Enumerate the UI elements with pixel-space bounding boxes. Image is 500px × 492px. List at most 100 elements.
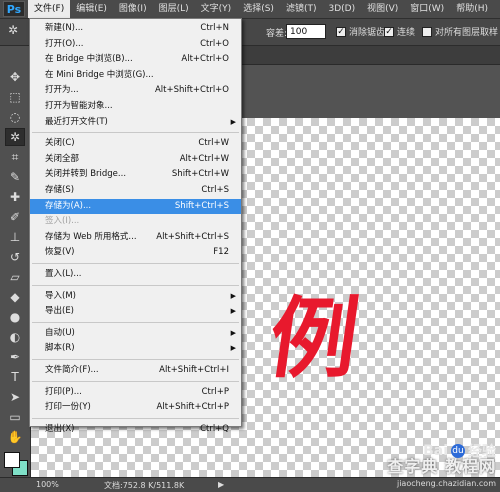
file-menu-item[interactable]: 新建(N)... Ctrl+N xyxy=(30,21,241,36)
file-menu-item-shortcut: Alt+Shift+Ctrl+P xyxy=(156,402,229,413)
menu-separator xyxy=(32,132,239,134)
canvas-red-character: 例 xyxy=(262,287,366,390)
file-menu-item-shortcut: Alt+Shift+Ctrl+S xyxy=(156,231,229,242)
menu-7[interactable]: 3D(D) xyxy=(322,0,361,18)
pen-tool-icon[interactable]: ✒ xyxy=(5,348,25,366)
file-menu-item[interactable]: 打开(O)... Ctrl+O xyxy=(30,37,241,52)
crop-tool-icon[interactable]: ⌗ xyxy=(5,148,25,166)
file-menu-item[interactable]: 关闭(C) Ctrl+W xyxy=(30,136,241,151)
status-menu-arrow-icon[interactable]: ▶ xyxy=(218,480,224,489)
file-menu-item[interactable]: 打开为智能对象... xyxy=(30,99,241,114)
status-bar: 100% 文档:752.8 K/511.8K ▶ jiaocheng.chazi… xyxy=(0,477,500,492)
file-menu-item[interactable]: 打印一份(Y) Alt+Shift+Ctrl+P xyxy=(30,400,241,415)
submenu-arrow-icon: ▶ xyxy=(230,307,236,316)
submenu-arrow-icon: ▶ xyxy=(230,291,236,300)
tolerance-input[interactable]: 100 xyxy=(286,24,326,39)
file-menu-item-label: 恢复(V) xyxy=(45,247,75,258)
file-menu-item[interactable]: 导入(M) ▶ xyxy=(30,289,241,304)
file-menu-item[interactable]: 恢复(V) F12 xyxy=(30,245,241,260)
brush-tool-icon[interactable]: ✐ xyxy=(5,208,25,226)
healing-tool-icon[interactable]: ✚ xyxy=(5,188,25,206)
file-menu-item-label: 文件简介(F)... xyxy=(45,365,99,375)
file-menu-item[interactable]: 关闭全部 Alt+Ctrl+W xyxy=(30,152,241,167)
file-menu-item-shortcut: Shift+Ctrl+S xyxy=(174,200,229,211)
menu-5[interactable]: 选择(S) xyxy=(237,0,280,18)
menu-separator xyxy=(32,380,239,382)
menu-4[interactable]: 文字(Y) xyxy=(195,0,238,18)
contiguous-check-icon: ✓ xyxy=(384,26,394,37)
all-layers-checkbox[interactable]: 对所有图层取样 xyxy=(422,25,498,38)
file-menu-item[interactable]: 最近打开文件(T) ▶ xyxy=(30,115,241,130)
antialias-checkbox[interactable]: ✓ 消除锯齿 xyxy=(336,25,385,38)
file-menu-item-shortcut: Ctrl+S xyxy=(201,185,229,195)
magic-wand-icon[interactable]: ✲ xyxy=(8,23,26,41)
file-menu-item[interactable]: 关闭并转到 Bridge... Shift+Ctrl+W xyxy=(30,167,241,182)
file-menu-item[interactable]: 文件简介(F)... Alt+Shift+Ctrl+I xyxy=(30,363,241,378)
toolbox: ✥ ⬚ ◌ ✲ ⌗ ✎ ✚ ✐ ⊥ ↺ ▱ ◆ ● ◐ ✒ T ➤ ▭ ✋ xyxy=(0,46,31,477)
eraser-tool-icon[interactable]: ▱ xyxy=(5,268,25,286)
menubar: Ps 文件(F) 编辑(E) 图像(I) 图层(L) 文字(Y) 选择(S) 滤镜(T) 3D… xyxy=(0,0,500,19)
hand-tool-icon[interactable]: ✋ xyxy=(5,428,25,446)
watermark-baidu-text: Bai xyxy=(423,443,448,459)
menu-3[interactable]: 图层(L) xyxy=(153,0,195,18)
contiguous-checkbox[interactable]: ✓ 连续 xyxy=(384,25,415,38)
menu-0[interactable]: 文件(F) xyxy=(28,0,71,18)
foreground-color-swatch[interactable] xyxy=(4,452,20,468)
path-selection-tool-icon[interactable]: ➤ xyxy=(5,388,25,406)
file-menu-item-label: 存储为 Web 所用格式... xyxy=(45,231,137,242)
menu-2[interactable]: 图像(I) xyxy=(113,0,153,18)
file-menu-item[interactable]: 打开为... Alt+Shift+Ctrl+O xyxy=(30,83,241,98)
shape-tool-icon[interactable]: ▭ xyxy=(5,408,25,426)
file-menu-dropdown: 新建(N)... Ctrl+N 打开(O)... Ctrl+O 在 Bridge 中浏览… xyxy=(29,18,242,434)
file-menu-item[interactable]: 导出(E) ▶ xyxy=(30,304,241,319)
history-brush-tool-icon[interactable]: ↺ xyxy=(5,248,25,266)
file-menu-item-label: 导入(M) xyxy=(45,290,76,301)
menu-separator xyxy=(32,284,239,286)
file-menu-item-label: 新建(N)... xyxy=(45,23,84,33)
file-menu-item-label: 存储为(A)... xyxy=(45,200,92,211)
file-menu-item[interactable]: 存储为 Web 所用格式... Alt+Shift+Ctrl+S xyxy=(30,230,241,245)
file-menu-item[interactable]: 退出(X) Ctrl+Q xyxy=(30,422,241,437)
type-tool-icon[interactable]: T xyxy=(5,368,25,386)
photoshop-logo: Ps xyxy=(3,1,25,17)
file-menu-item-label: 打开为... xyxy=(45,85,79,96)
file-menu-item-label: 关闭(C) xyxy=(45,138,75,149)
paint-bucket-tool-icon[interactable]: ◆ xyxy=(5,288,25,306)
magic-wand-tool-icon[interactable]: ✲ xyxy=(5,128,25,146)
file-menu-item[interactable]: 存储(S) Ctrl+S xyxy=(30,183,241,198)
marquee-tool-icon[interactable]: ⬚ xyxy=(5,88,25,106)
lasso-tool-icon[interactable]: ◌ xyxy=(5,108,25,126)
file-menu-item[interactable]: 打印(P)... Ctrl+P xyxy=(30,385,241,400)
file-menu-item[interactable]: 脚本(R) ▶ xyxy=(30,341,241,356)
file-menu-item[interactable]: 在 Bridge 中浏览(B)... Alt+Ctrl+O xyxy=(30,52,241,67)
contiguous-label: 连续 xyxy=(397,28,416,38)
blur-tool-icon[interactable]: ● xyxy=(5,308,25,326)
menu-9[interactable]: 窗口(W) xyxy=(404,0,450,18)
file-menu-item-label: 在 Bridge 中浏览(B)... xyxy=(45,54,133,65)
file-menu-item-shortcut: Ctrl+Q xyxy=(200,423,229,434)
menu-10[interactable]: 帮助(H) xyxy=(450,0,494,18)
eyedropper-tool-icon[interactable]: ✎ xyxy=(5,168,25,186)
all-layers-label: 对所有图层取样 xyxy=(435,28,499,38)
menu-6[interactable]: 滤镜(T) xyxy=(280,0,323,18)
all-layers-check-icon xyxy=(422,26,432,37)
file-menu-item[interactable]: 在 Mini Bridge 中浏览(G)... xyxy=(30,68,241,83)
file-menu-item-label: 退出(X) xyxy=(45,423,75,434)
zoom-level[interactable]: 100% xyxy=(36,480,59,489)
document-info: 文档:752.8 K/511.8K xyxy=(104,481,185,490)
submenu-arrow-icon: ▶ xyxy=(230,117,236,126)
file-menu-item-label: 打开为智能对象... xyxy=(45,101,113,111)
file-menu-item[interactable]: 自动(U) ▶ xyxy=(30,326,241,341)
antialias-label: 消除锯齿 xyxy=(349,28,386,38)
tolerance-label: 容差: xyxy=(266,29,288,39)
dodge-tool-icon[interactable]: ◐ xyxy=(5,328,25,346)
file-menu-item[interactable]: 置入(L)... xyxy=(30,267,241,282)
file-menu-item[interactable]: 存储为(A)... Shift+Ctrl+S xyxy=(30,198,241,214)
file-menu-item-label: 签入(I)... xyxy=(45,216,80,227)
clone-stamp-tool-icon[interactable]: ⊥ xyxy=(5,228,25,246)
menu-8[interactable]: 视图(V) xyxy=(361,0,404,18)
antialias-check-icon: ✓ xyxy=(336,26,346,37)
move-tool-icon[interactable]: ✥ xyxy=(5,68,25,86)
menu-1[interactable]: 编辑(E) xyxy=(70,0,113,18)
file-menu-item-shortcut: Alt+Shift+Ctrl+I xyxy=(159,365,229,375)
